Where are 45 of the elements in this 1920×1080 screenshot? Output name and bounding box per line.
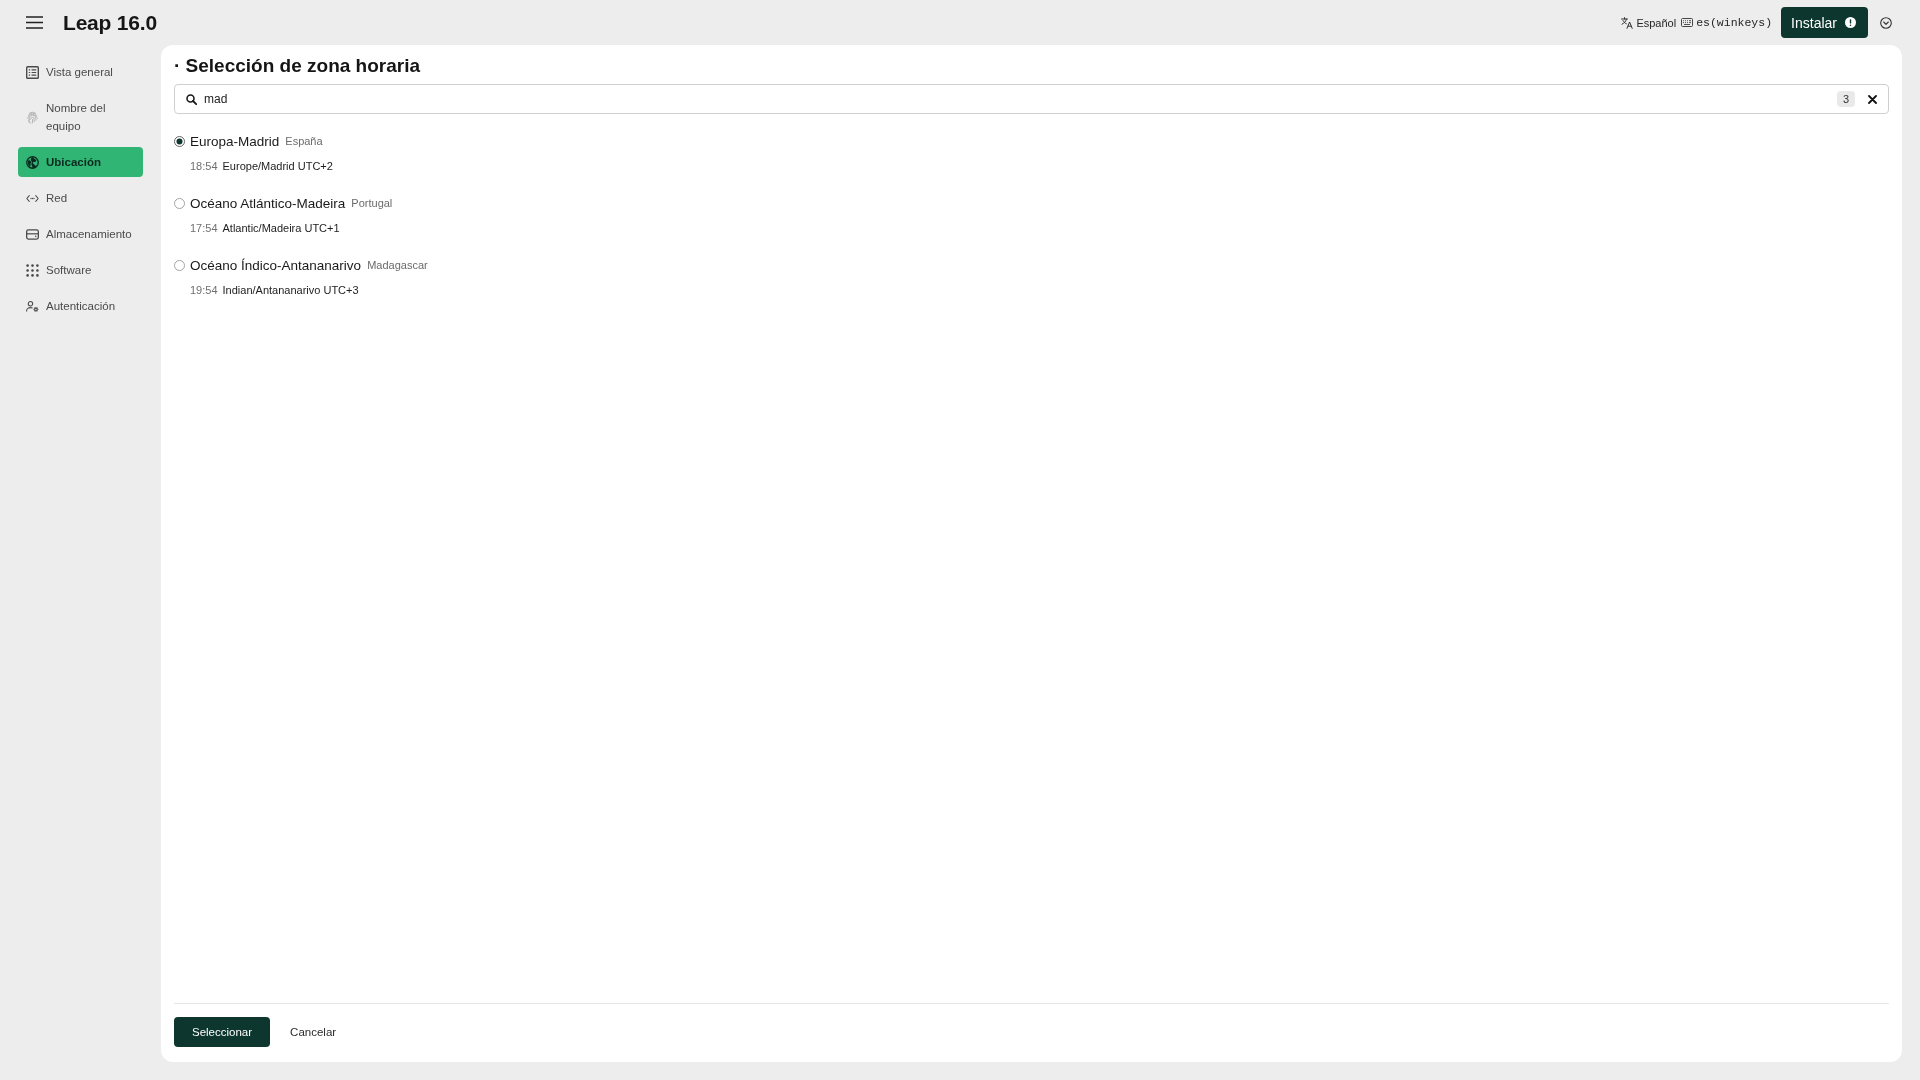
search-input[interactable]: mad (204, 88, 1829, 110)
select-button[interactable]: Seleccionar (174, 1017, 271, 1047)
country-label: España (285, 135, 323, 147)
radio-button[interactable] (174, 135, 185, 147)
zone-id: Atlantic/Madeira UTC+1 (222, 222, 340, 234)
keyboard-button[interactable]: es(winkeys) (1681, 16, 1773, 29)
user-gear-icon (26, 299, 39, 313)
grid-icon (26, 263, 39, 277)
sidebar-item[interactable]: Autenticación (18, 291, 143, 321)
menu-icon[interactable] (26, 16, 43, 29)
install-button[interactable]: Instalar (1781, 7, 1868, 38)
chevron-down-icon[interactable] (1880, 16, 1892, 29)
fingerprint-icon (26, 110, 39, 124)
sidebar-item[interactable]: Vista general (18, 57, 143, 87)
sidebar-item[interactable]: Nombre del equipo (18, 93, 143, 141)
radio-button[interactable] (174, 197, 185, 209)
sidebar-item[interactable]: Software (18, 255, 143, 285)
sidebar-item[interactable]: Red (18, 183, 143, 213)
local-time: 19:54 (190, 284, 218, 296)
zone-id: Europe/Madrid UTC+2 (222, 160, 333, 172)
list-icon (26, 65, 39, 79)
page-title: · Selección de zona horaria (174, 54, 422, 78)
storage-icon (26, 227, 39, 241)
zone-name: Océano Índico-Antananarivo (190, 257, 362, 273)
cancel-button[interactable]: Cancelar (286, 1022, 341, 1042)
local-time: 18:54 (190, 160, 218, 172)
globe-icon (26, 155, 39, 169)
language-button[interactable]: Español (1621, 16, 1677, 29)
app-title: Leap 16.0 (63, 10, 157, 35)
zone-id: Indian/Antananarivo UTC+3 (222, 284, 359, 296)
search-icon (186, 93, 197, 105)
sidebar-item[interactable]: Almacenamiento (18, 219, 143, 249)
keyboard-icon (1681, 18, 1694, 27)
sidebar-item[interactable]: Ubicación (18, 147, 143, 177)
close-icon (1868, 94, 1877, 104)
local-time: 17:54 (190, 222, 218, 234)
zone-name: Océano Atlántico-Madeira (190, 195, 346, 211)
result-count: 3 (1836, 91, 1855, 107)
alert-icon (1845, 17, 1856, 28)
country-label: Madagascar (367, 259, 428, 271)
zone-name: Europa-Madrid (190, 133, 280, 149)
radio-button[interactable] (174, 259, 185, 271)
search-field[interactable]: mad 3 (174, 84, 1889, 114)
translate-icon (1621, 16, 1634, 29)
country-label: Portugal (351, 197, 393, 209)
